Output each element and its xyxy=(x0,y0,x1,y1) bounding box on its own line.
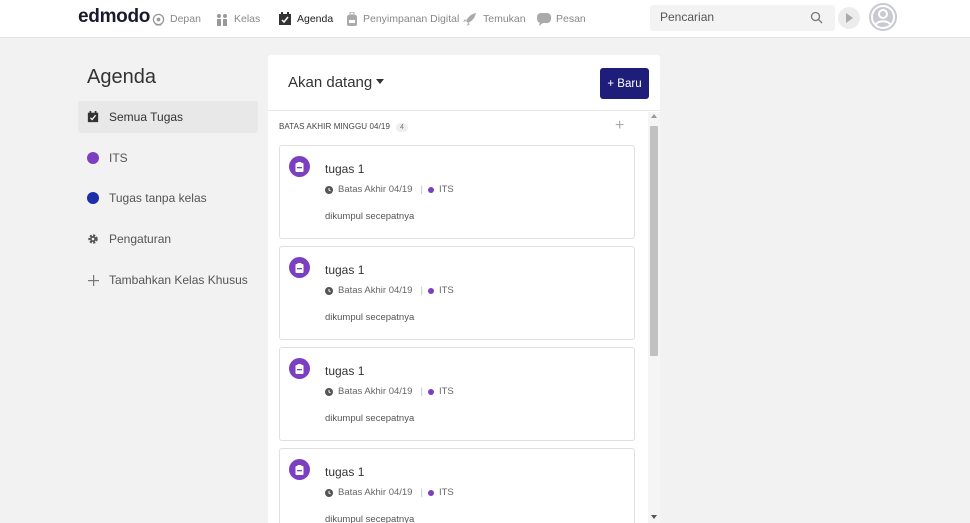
class-dot-icon xyxy=(427,186,434,193)
filter-dropdown[interactable]: Akan datang xyxy=(288,74,385,91)
assignment-description: dikumpul secepatnya xyxy=(325,413,415,424)
due-date: Batas Akhir 04/19 xyxy=(338,184,413,195)
plus-icon xyxy=(87,274,99,286)
assignment-icon xyxy=(289,459,310,480)
week-label: BATAS AKHIR MINGGU 04/19 xyxy=(279,122,391,131)
home-icon xyxy=(152,13,165,26)
calendar-icon xyxy=(279,12,291,25)
scroll-down-arrow-icon[interactable] xyxy=(651,515,657,519)
meta-separator: | xyxy=(420,487,423,498)
backpack-icon xyxy=(347,12,357,26)
class-name: ITS xyxy=(438,386,454,397)
sidebar-item-pengaturan[interactable]: Pengaturan xyxy=(78,223,258,255)
assignment-card[interactable]: tugas 1 Batas Akhir 04/19 | ITS dikumpul… xyxy=(279,448,635,523)
nav-label: Pesan xyxy=(556,13,586,25)
sidebar-item-tambahkan-kelas-khusus[interactable]: Tambahkan Kelas Khusus xyxy=(78,264,258,296)
assignment-meta: Batas Akhir 04/19 | ITS xyxy=(325,184,454,195)
sidebar-item-label: ITS xyxy=(109,151,128,165)
due-date: Batas Akhir 04/19 xyxy=(338,487,413,498)
avatar[interactable] xyxy=(869,3,897,31)
assignment-title[interactable]: tugas 1 xyxy=(325,364,364,378)
class-dot-icon xyxy=(427,287,434,294)
filter-label: Akan datang xyxy=(288,74,373,91)
assignment-description: dikumpul secepatnya xyxy=(325,514,415,523)
class-dot-icon xyxy=(427,489,434,496)
page-title: Agenda xyxy=(87,66,156,88)
agenda-panel: Akan datang + Baru BATAS AKHIR MINGGU 04… xyxy=(268,55,660,523)
assignment-description: dikumpul secepatnya xyxy=(325,312,415,323)
sidebar-item-label: Semua Tugas xyxy=(109,110,184,124)
assignment-card[interactable]: tugas 1 Batas Akhir 04/19 | ITS dikumpul… xyxy=(279,347,635,441)
sidebar-item-semua-tugas[interactable]: Semua Tugas xyxy=(78,101,258,133)
edmodo-logo[interactable]: edmodo xyxy=(78,6,150,28)
week-count-badge: 4 xyxy=(396,123,409,132)
chat-icon xyxy=(537,12,551,26)
nav-item-kelas[interactable]: Kelas xyxy=(215,11,260,27)
nav-label: Depan xyxy=(170,13,201,25)
nav-item-penyimpanan-digital[interactable]: Penyimpanan Digital xyxy=(346,11,459,27)
class-name: ITS xyxy=(438,184,454,195)
nav-label: Agenda xyxy=(297,13,334,25)
class-color-dot-icon xyxy=(87,192,99,204)
assignment-icon xyxy=(289,156,310,177)
sidebar-item-label: Tugas tanpa kelas xyxy=(109,191,207,205)
scroll-up-arrow-icon[interactable] xyxy=(651,114,657,118)
clock-icon xyxy=(325,185,333,194)
due-date: Batas Akhir 04/19 xyxy=(338,386,413,397)
assignment-title[interactable]: tugas 1 xyxy=(325,162,364,176)
class-name: ITS xyxy=(438,487,454,498)
notifications-icon[interactable] xyxy=(838,7,860,29)
caret-down-icon xyxy=(376,78,385,84)
sidebar-item-label: Pengaturan xyxy=(109,232,172,246)
class-name: ITS xyxy=(438,285,454,296)
nav-label: Kelas xyxy=(234,13,261,25)
assignment-icon xyxy=(289,257,310,278)
classes-icon xyxy=(217,13,227,26)
week-header: BATAS AKHIR MINGGU 04/19 4 xyxy=(279,122,409,132)
nav-label: Penyimpanan Digital xyxy=(363,13,460,25)
clock-icon xyxy=(325,488,333,497)
scrollbar-thumb[interactable] xyxy=(650,126,658,356)
assignment-description: dikumpul secepatnya xyxy=(325,211,415,222)
user-avatar-icon xyxy=(869,3,897,31)
clock-icon xyxy=(325,387,333,396)
rocket-icon xyxy=(463,13,476,26)
assignment-card[interactable]: tugas 1 Batas Akhir 04/19 | ITS dikumpul… xyxy=(279,145,635,239)
nav-item-depan[interactable]: Depan xyxy=(152,11,201,27)
gear-icon xyxy=(87,233,99,245)
assignment-title[interactable]: tugas 1 xyxy=(325,263,364,277)
sidebar-item-tugas-tanpa-kelas[interactable]: Tugas tanpa kelas xyxy=(78,182,258,214)
class-dot-icon xyxy=(427,388,434,395)
sidebar-item-label: Tambahkan Kelas Khusus xyxy=(109,273,248,287)
search-icon[interactable] xyxy=(810,11,823,24)
new-button[interactable]: + Baru xyxy=(600,68,649,99)
search-box xyxy=(650,5,835,31)
assignment-title[interactable]: tugas 1 xyxy=(325,465,364,479)
due-date: Batas Akhir 04/19 xyxy=(338,285,413,296)
sidebar-item-its[interactable]: ITS xyxy=(78,142,258,174)
nav-item-pesan[interactable]: Pesan xyxy=(537,11,586,27)
nav-item-temukan[interactable]: Temukan xyxy=(462,11,526,27)
assignment-icon xyxy=(289,358,310,379)
nav-label: Temukan xyxy=(483,13,526,25)
nav-item-agenda[interactable]: Agenda xyxy=(278,11,333,27)
meta-separator: | xyxy=(420,184,423,195)
top-navigation-bar: edmodo Depan Kelas Agenda Penyimpanan Di… xyxy=(0,0,970,38)
assignment-card[interactable]: tugas 1 Batas Akhir 04/19 | ITS dikumpul… xyxy=(279,246,635,340)
calendar-check-icon xyxy=(87,111,99,123)
panel-header: Akan datang + Baru xyxy=(268,55,660,111)
meta-separator: | xyxy=(420,386,423,397)
assignment-meta: Batas Akhir 04/19 | ITS xyxy=(325,487,454,498)
class-color-dot-icon xyxy=(87,152,99,164)
assignment-meta: Batas Akhir 04/19 | ITS xyxy=(325,386,454,397)
clock-icon xyxy=(325,286,333,295)
assignment-meta: Batas Akhir 04/19 | ITS xyxy=(325,285,454,296)
meta-separator: | xyxy=(420,285,423,296)
search-input[interactable] xyxy=(660,10,800,24)
add-assignment-icon[interactable]: + xyxy=(615,117,624,135)
